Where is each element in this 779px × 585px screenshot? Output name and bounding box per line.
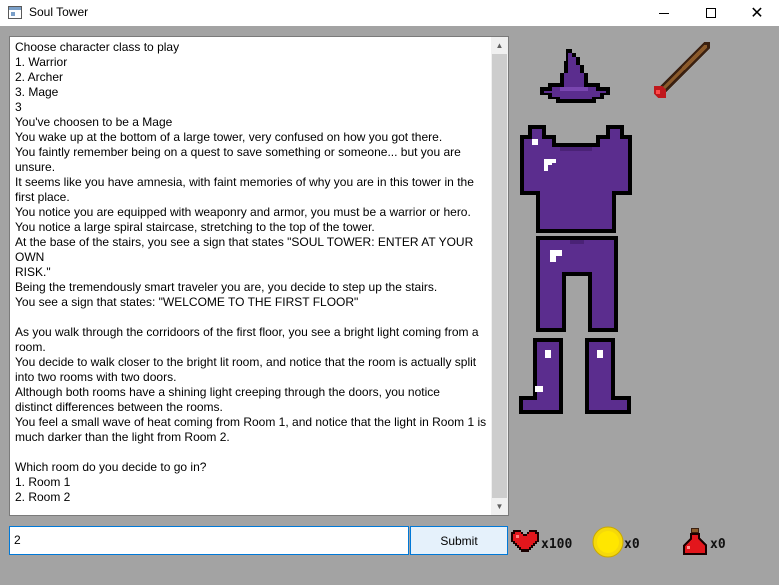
boots-icon	[519, 338, 631, 414]
maximize-button[interactable]	[688, 0, 734, 26]
story-line: 3	[15, 100, 22, 114]
title-bar: Soul Tower ✕	[0, 0, 779, 26]
coin-count: x0	[624, 537, 640, 552]
story-line: You've choosen to be a Mage	[15, 115, 173, 129]
scroll-thumb[interactable]	[492, 54, 507, 498]
story-line: 2. Room 2	[15, 490, 71, 504]
story-line: room.	[15, 340, 46, 354]
story-line: You see a sign that states: "WELCOME TO …	[15, 295, 359, 309]
story-line: You faintly remember being on a quest to…	[15, 145, 461, 159]
story-line: 1. Room 1	[15, 475, 71, 489]
potion-count: x0	[710, 537, 726, 552]
story-line: Choose character class to play	[15, 40, 180, 54]
app-window-icon	[8, 6, 22, 19]
story-line: You feel a small wave of heat coming fro…	[15, 415, 487, 429]
close-icon: ✕	[750, 3, 764, 22]
command-input[interactable]: 2	[9, 526, 409, 555]
story-line: Being the tremendously smart traveler yo…	[15, 280, 438, 294]
story-line: unsure.	[15, 160, 56, 174]
story-line: RISK."	[15, 265, 51, 279]
story-text: Choose character class to play 1. Warrior…	[15, 40, 487, 505]
leg-armor-icon	[536, 236, 618, 332]
story-line: Although both rooms have a shining light…	[15, 385, 440, 399]
window-title: Soul Tower	[29, 5, 89, 19]
story-line: 3. Mage	[15, 85, 59, 99]
story-textbox[interactable]: Choose character class to play 1. Warrior…	[9, 36, 509, 516]
heart-icon	[511, 530, 539, 552]
story-line: You decide to walk closer to the bright …	[15, 355, 477, 369]
health-count: x100	[541, 537, 573, 552]
story-line: 2. Archer	[15, 70, 64, 84]
scroll-up-icon[interactable]: ▲	[491, 37, 508, 54]
vertical-scrollbar[interactable]: ▲ ▼	[491, 37, 508, 515]
story-line	[15, 445, 487, 460]
story-line: You notice you are equipped with weaponr…	[15, 205, 471, 219]
story-line: 1. Warrior	[15, 55, 68, 69]
potion-icon	[683, 528, 707, 555]
story-line: You notice a large spiral staircase, str…	[15, 220, 375, 234]
story-line: first place.	[15, 190, 70, 204]
story-line: It seems like you have amnesia, with fai…	[15, 175, 474, 189]
story-line: As you walk through the corridoors of th…	[15, 325, 479, 339]
submit-button[interactable]: Submit	[410, 526, 508, 555]
story-line: You wake up at the bottom of a large tow…	[15, 130, 443, 144]
minimize-button[interactable]	[641, 0, 687, 26]
scroll-down-icon[interactable]: ▼	[491, 498, 508, 515]
coin-icon	[592, 526, 624, 558]
story-line: At the base of the stairs, you see a sig…	[15, 235, 477, 264]
wand-icon	[654, 42, 710, 98]
minimize-icon	[659, 12, 669, 14]
story-line	[15, 310, 487, 325]
story-line: into two rooms with two doors.	[15, 370, 177, 384]
chest-armor-icon	[520, 125, 632, 233]
close-button[interactable]: ✕	[734, 0, 779, 26]
story-line: distinct differences between the rooms.	[15, 400, 223, 414]
wizard-hat-icon	[540, 49, 610, 103]
story-line: Which room do you decide to go in?	[15, 460, 207, 474]
story-line: much darker than the light from Room 2.	[15, 430, 230, 444]
maximize-icon	[706, 8, 716, 18]
